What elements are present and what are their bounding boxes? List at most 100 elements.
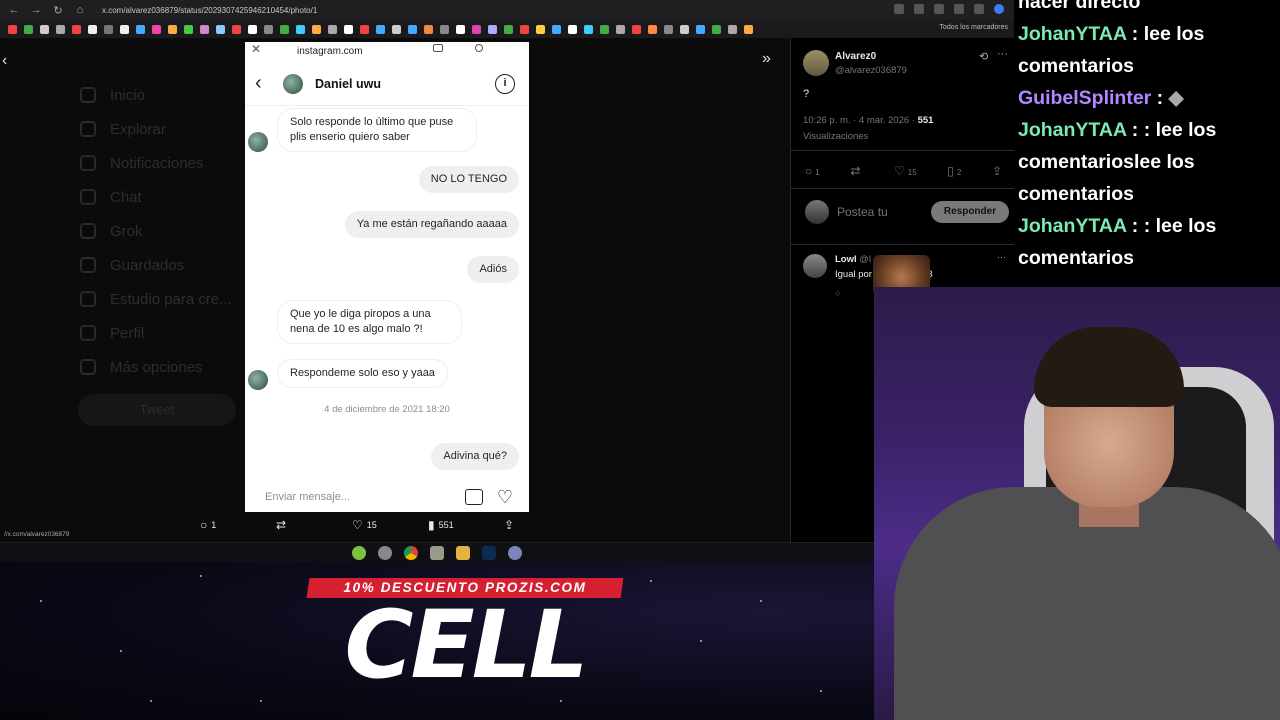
prev-photo-icon[interactable]: ‹ — [2, 52, 7, 70]
sidebar-item[interactable]: Notificaciones — [80, 146, 260, 180]
avatar[interactable] — [803, 254, 827, 278]
bookmark-button[interactable]: ▯ 2 — [947, 164, 961, 178]
sidebar-item[interactable]: Guardados — [80, 248, 260, 282]
bookmark-icon[interactable] — [88, 24, 97, 34]
sidebar-item[interactable]: Más opciones — [80, 350, 260, 384]
more-icon[interactable]: ··· — [997, 48, 1008, 60]
bookmark-icon[interactable] — [712, 24, 721, 34]
reply-submit-button[interactable]: Responder — [931, 201, 1009, 223]
sidebar-item[interactable]: Perfil — [80, 316, 260, 350]
bookmark-icon[interactable] — [680, 24, 689, 34]
bookmark-icon[interactable] — [488, 24, 497, 34]
sidebar-item[interactable]: Estudio para cre... — [80, 282, 260, 316]
bookmark-icon[interactable] — [648, 24, 657, 34]
bookmark-icon[interactable] — [296, 24, 305, 34]
bookmark-icon[interactable] — [312, 24, 321, 34]
profile-icon[interactable] — [994, 4, 1004, 14]
bookmark-icon[interactable] — [120, 24, 129, 34]
bookmark-icon[interactable] — [744, 24, 753, 34]
zoom-icon[interactable] — [894, 4, 904, 14]
bookmark-icon[interactable] — [456, 24, 465, 34]
download-icon[interactable] — [974, 4, 984, 14]
bookmark-icon[interactable] — [472, 24, 481, 34]
bookmark-icon[interactable] — [552, 24, 561, 34]
share-icon[interactable] — [914, 4, 924, 14]
bookmark-icon[interactable] — [360, 24, 369, 34]
bookmark-icon[interactable] — [520, 24, 529, 34]
app-icon[interactable] — [352, 545, 366, 560]
app-icon[interactable] — [378, 545, 392, 560]
bookmark-icon[interactable] — [440, 24, 449, 34]
bookmark-icon[interactable] — [584, 24, 593, 34]
bookmark-icon[interactable] — [632, 24, 641, 34]
post-button[interactable]: Tweet — [78, 394, 236, 426]
bookmark-icon[interactable] — [24, 24, 33, 34]
sidebar-item[interactable]: Inicio — [80, 78, 260, 112]
bookmark-icon[interactable] — [184, 24, 193, 34]
bookmark-icon[interactable] — [136, 24, 145, 34]
share-button[interactable]: ⇪ — [992, 164, 1005, 178]
like-button[interactable]: ♡ 15 — [894, 164, 917, 178]
bookmark-icon[interactable] — [616, 24, 625, 34]
home-icon[interactable]: ⌂ — [74, 4, 86, 16]
folder-icon[interactable] — [456, 545, 470, 560]
bookmark-icon[interactable] — [328, 24, 337, 34]
sidebar-item[interactable]: Chat — [80, 180, 260, 214]
chrome-icon[interactable] — [404, 545, 418, 560]
reload-icon[interactable]: ↻ — [52, 4, 64, 17]
comment-author[interactable]: Lowl @l — [835, 254, 871, 265]
collapse-panel-icon[interactable]: » — [762, 50, 771, 68]
bookmark-icon[interactable] — [536, 24, 545, 34]
bookmark-icon[interactable] — [504, 24, 513, 34]
extension-icon[interactable] — [954, 4, 964, 14]
author-handle[interactable]: @alvarez036879 — [835, 65, 907, 76]
bookmark-icon[interactable] — [264, 24, 273, 34]
views-button[interactable]: ▮ 551 — [428, 518, 504, 532]
bookmark-icon[interactable] — [104, 24, 113, 34]
retweet-button[interactable]: ⇄ — [850, 164, 863, 178]
bookmark-icon[interactable] — [392, 24, 401, 34]
bookmark-icon[interactable] — [344, 24, 353, 34]
bookmark-icon[interactable] — [72, 24, 81, 34]
app-icon[interactable] — [508, 545, 522, 560]
bookmark-icon[interactable] — [728, 24, 737, 34]
back-icon[interactable]: ← — [8, 4, 20, 16]
reply-input[interactable]: Postea tu — [837, 205, 888, 219]
reply-button[interactable]: ○ 1 — [805, 164, 820, 178]
bookmark-icon[interactable] — [200, 24, 209, 34]
tweet-photo[interactable]: ✕ instagram.com ‹ Daniel uwu i Solo resp… — [245, 42, 529, 512]
bookmark-icon[interactable] — [8, 24, 17, 34]
bookmark-icon[interactable] — [568, 24, 577, 34]
grok-icon[interactable]: ⟲ — [979, 50, 988, 63]
all-bookmarks-link[interactable]: Todos los marcadores — [940, 24, 1008, 31]
sidebar-item[interactable]: Explorar — [80, 112, 260, 146]
star-icon[interactable] — [934, 4, 944, 14]
bookmark-icon[interactable] — [664, 24, 673, 34]
forward-icon[interactable]: → — [30, 4, 42, 16]
bookmark-icon[interactable] — [56, 24, 65, 34]
bookmark-icon[interactable] — [424, 24, 433, 34]
reply-icon[interactable]: ○ — [835, 288, 840, 298]
share-button[interactable]: ⇪ — [504, 518, 580, 532]
bookmark-icon[interactable] — [696, 24, 705, 34]
like-button[interactable]: ♡ 15 — [352, 518, 428, 532]
bookmark-icon[interactable] — [168, 24, 177, 34]
address-bar[interactable]: x.com/alvarez036879/status/2029307425946… — [102, 6, 317, 15]
bookmark-icon[interactable] — [216, 24, 225, 34]
sidebar-item[interactable]: Grok — [80, 214, 260, 248]
reply-button[interactable]: ○ 1 — [200, 518, 276, 532]
bookmark-icon[interactable] — [232, 24, 241, 34]
bookmark-icon[interactable] — [280, 24, 289, 34]
bookmark-icon[interactable] — [248, 24, 257, 34]
author-name[interactable]: Alvarez0 — [835, 51, 876, 62]
bookmark-icon[interactable] — [40, 24, 49, 34]
bookmark-icon[interactable] — [408, 24, 417, 34]
photoshop-icon[interactable] — [482, 545, 496, 560]
bookmark-icon[interactable] — [600, 24, 609, 34]
bookmark-icon[interactable] — [152, 24, 161, 34]
bookmark-icon[interactable] — [376, 24, 385, 34]
retweet-button[interactable]: ⇄ — [276, 518, 352, 532]
more-icon[interactable]: ··· — [997, 252, 1006, 262]
avatar[interactable] — [803, 50, 829, 76]
app-icon[interactable] — [430, 545, 444, 560]
